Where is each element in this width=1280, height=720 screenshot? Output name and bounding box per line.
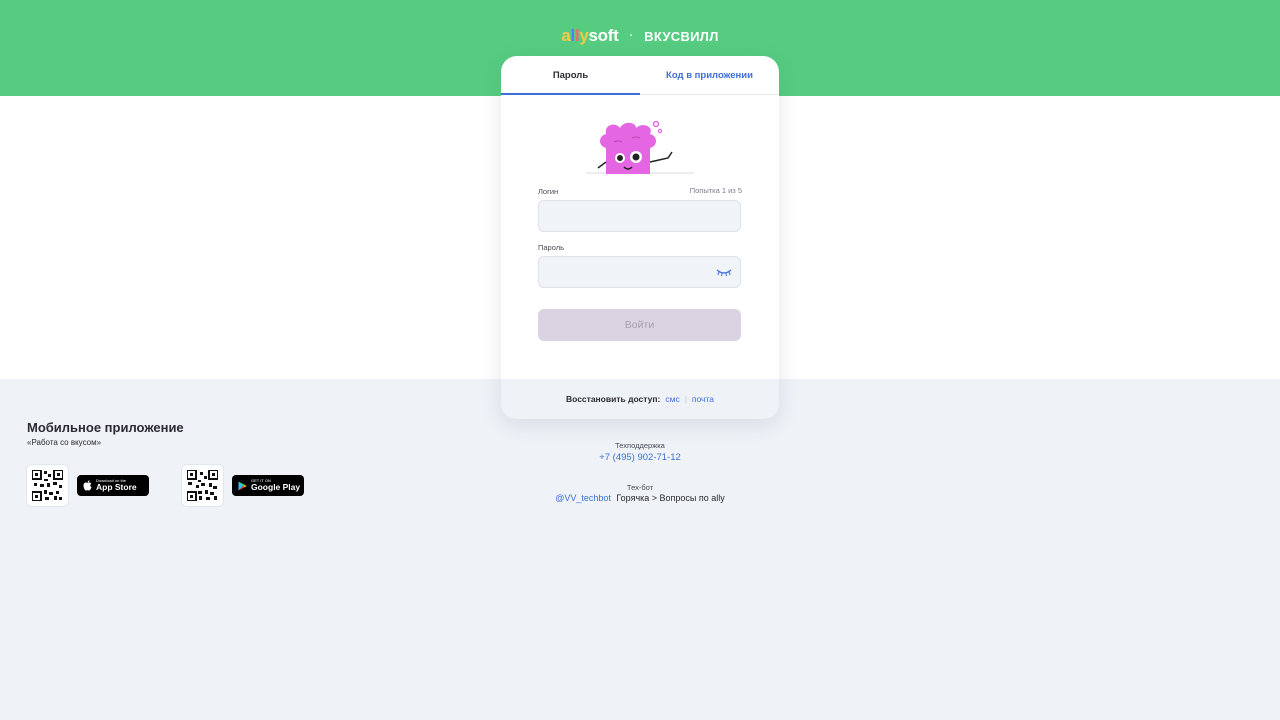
password-label: Пароль	[538, 243, 565, 252]
logo-letter: y	[579, 26, 589, 45]
restore-label: Восстановить доступ:	[565, 394, 661, 404]
allysoft-logo: a l l y soft	[561, 26, 618, 46]
restore-email-link[interactable]: почта	[692, 394, 714, 404]
logo-suffix: soft	[588, 26, 619, 45]
brand-separator: ·	[629, 30, 634, 42]
techbot-row: @VV_techbot Горячка > Вопросы по ally	[540, 488, 740, 506]
mobile-app-title: Мобильное приложение	[27, 420, 184, 435]
google-play-button[interactable]: GET IT ON Google Play	[232, 475, 304, 496]
google-play-qr-code	[181, 464, 224, 507]
support-phone-row: +7 (495) 902-71-12	[540, 447, 740, 465]
apple-icon	[83, 480, 92, 491]
restore-separator: |	[684, 394, 687, 404]
login-card: Пароль Код в приложении Логин Попытка 1 …	[501, 56, 779, 419]
techbot-handle-link[interactable]: @VV_techbot	[555, 493, 611, 503]
mobile-app-subtitle: «Работа со вкусом»	[27, 438, 102, 447]
app-store-text: App Store	[96, 482, 137, 493]
login-label: Логин	[538, 187, 559, 196]
partner-logo: ВКУСВИЛЛ	[644, 28, 719, 44]
login-input[interactable]	[538, 200, 741, 232]
mascot-icon	[586, 120, 694, 174]
techbot-path: Горячка > Вопросы по ally	[616, 493, 725, 503]
google-play-text: Google Play	[251, 482, 301, 493]
app-store-button[interactable]: Download on the App Store	[77, 475, 149, 496]
google-play-icon	[238, 481, 247, 490]
logo-letter: a	[561, 26, 571, 45]
techbot-line: @VV_techbot Горячка > Вопросы по ally	[555, 493, 725, 503]
restore-sms-link[interactable]: смс	[665, 394, 679, 404]
attempt-counter: Попытка 1 из 5	[689, 186, 742, 195]
brand-logo: a l l y soft · ВКУСВИЛЛ	[0, 26, 1280, 46]
restore-access: Восстановить доступ: смс | почта	[501, 379, 779, 419]
auth-tabs: Пароль Код в приложении	[501, 56, 779, 95]
eye-closed-icon[interactable]	[716, 267, 732, 277]
tab-app-code[interactable]: Код в приложении	[640, 56, 779, 94]
password-input[interactable]	[538, 256, 741, 288]
app-store-qr-code	[26, 464, 69, 507]
support-phone-link[interactable]: +7 (495) 902-71-12	[599, 452, 681, 463]
tab-password[interactable]: Пароль	[501, 56, 640, 95]
login-button[interactable]: Войти	[538, 309, 741, 341]
